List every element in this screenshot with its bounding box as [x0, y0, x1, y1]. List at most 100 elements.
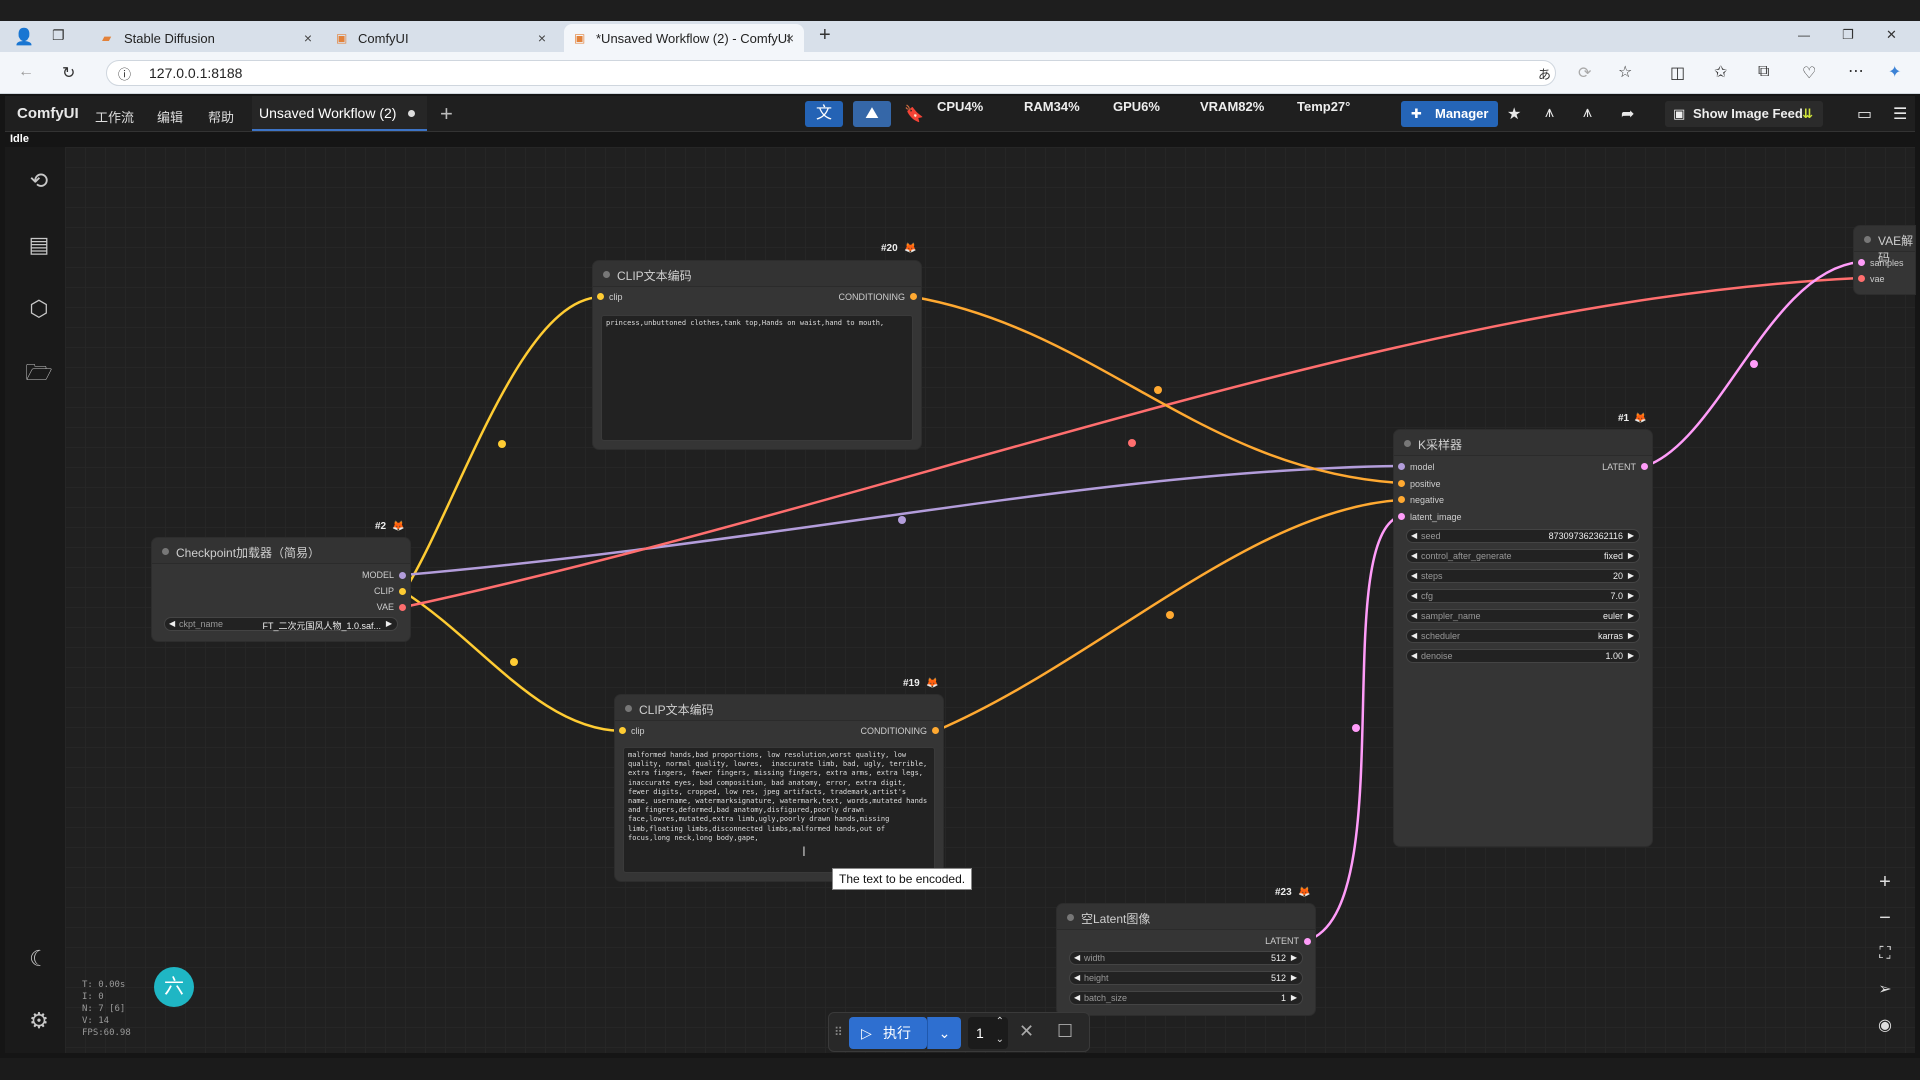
- conditioning-output-pin[interactable]: [932, 727, 939, 734]
- close-tab-icon[interactable]: ×: [304, 30, 312, 46]
- url-input[interactable]: 127.0.0.1:8188: [106, 60, 1556, 86]
- collapse-dot[interactable]: [603, 271, 610, 278]
- node-ksampler[interactable]: K采样器 model LATENT positive negative late…: [1394, 430, 1652, 846]
- run-mode-dropdown[interactable]: ⌄: [927, 1017, 961, 1049]
- increment-arrow-icon[interactable]: ▶: [386, 619, 392, 628]
- increment-arrow-icon[interactable]: ▶: [1628, 611, 1634, 620]
- menu-edit[interactable]: 编辑: [157, 107, 183, 126]
- node-title-bar[interactable]: K采样器: [1394, 430, 1652, 456]
- zoom-out-icon[interactable]: −: [1868, 901, 1902, 935]
- clear-queue-icon[interactable]: ☐: [1057, 1021, 1073, 1042]
- crystools-button[interactable]: ⛰: [853, 101, 891, 127]
- samples-input-pin[interactable]: [1858, 259, 1865, 266]
- model-share-icon[interactable]: ⩚: [1583, 104, 1592, 122]
- collapse-dot[interactable]: [1864, 236, 1871, 243]
- favorite-icon[interactable]: ☆: [1618, 62, 1632, 82]
- scheduler-widget[interactable]: ◀ scheduler karras ▶: [1406, 629, 1640, 643]
- increment-arrow-icon[interactable]: ▶: [1291, 993, 1297, 1002]
- tab-actions-icon[interactable]: ❐: [52, 27, 65, 44]
- increment-arrow-icon[interactable]: ▶: [1291, 953, 1297, 962]
- restore-button[interactable]: ❐: [1842, 27, 1854, 43]
- sampler-name-widget[interactable]: ◀ sampler_name euler ▶: [1406, 609, 1640, 623]
- manager-button[interactable]: ✚ Manager: [1401, 101, 1498, 127]
- hamburger-menu-icon[interactable]: ☰: [1893, 104, 1907, 124]
- conditioning-output-pin[interactable]: [910, 293, 917, 300]
- decrement-arrow-icon[interactable]: ◀: [1411, 571, 1417, 580]
- clip-input-pin[interactable]: [597, 293, 604, 300]
- node-clip-text-encode-negative[interactable]: CLIP文本编码 clip CONDITIONING malformed han…: [615, 695, 943, 881]
- bookmark-icon[interactable]: 🔖: [904, 104, 924, 124]
- increment-arrow-icon[interactable]: ▶: [1628, 531, 1634, 540]
- vae-input-pin[interactable]: [1858, 275, 1865, 282]
- steps-widget[interactable]: ◀ steps 20 ▶: [1406, 569, 1640, 583]
- translate-toggle-button[interactable]: 文: [805, 101, 843, 127]
- increment-arrow-icon[interactable]: ▶: [1628, 551, 1634, 560]
- ckpt-name-widget[interactable]: ◀ ckpt_name FT_二次元国风人物_1.0.saf... ▶: [164, 617, 398, 631]
- decrement-arrow-icon[interactable]: ◀: [1411, 591, 1417, 600]
- more-menu-icon[interactable]: ⋯: [1848, 61, 1864, 81]
- queue-icon[interactable]: ▤: [25, 231, 53, 259]
- node-vae-decode[interactable]: VAE解码 samples vae: [1854, 226, 1915, 294]
- increment-arrow-icon[interactable]: ▶: [1291, 973, 1297, 982]
- copilot-icon[interactable]: ✦: [1888, 62, 1901, 82]
- browser-tab-stable-diffusion[interactable]: ▰ Stable Diffusion ×: [92, 24, 322, 52]
- cfg-widget[interactable]: ◀ cfg 7.0 ▶: [1406, 589, 1640, 603]
- stepper-down-icon[interactable]: ⌄: [996, 1033, 1004, 1047]
- show-image-feed-button[interactable]: ▣ Show Image Feed ⇊: [1665, 101, 1823, 127]
- increment-arrow-icon[interactable]: ▶: [1628, 571, 1634, 580]
- node-title-bar[interactable]: CLIP文本编码: [615, 695, 943, 721]
- add-workflow-tab-button[interactable]: +: [440, 101, 453, 127]
- profile-icon[interactable]: 👤: [14, 27, 34, 47]
- denoise-widget[interactable]: ◀ denoise 1.00 ▶: [1406, 649, 1640, 663]
- width-widget[interactable]: ◀ width 512 ▶: [1069, 951, 1303, 965]
- prompt-textarea[interactable]: princess,unbuttoned clothes,tank top,Han…: [601, 315, 913, 441]
- positive-input-pin[interactable]: [1398, 480, 1405, 487]
- workflow-tab[interactable]: Unsaved Workflow (2): [252, 96, 427, 131]
- decrement-arrow-icon[interactable]: ◀: [1411, 531, 1417, 540]
- site-info-icon[interactable]: ⓘ: [118, 64, 131, 83]
- settings-gear-icon[interactable]: ⚙: [25, 1007, 53, 1035]
- menu-workflow[interactable]: 工作流: [95, 107, 134, 126]
- refresh-ext-icon[interactable]: ⟳: [1578, 63, 1591, 83]
- bottom-panel-icon[interactable]: ▭: [1857, 104, 1872, 124]
- decrement-arrow-icon[interactable]: ◀: [1411, 611, 1417, 620]
- stepper-up-icon[interactable]: ⌃: [996, 1015, 1004, 1029]
- prompt-textarea[interactable]: malformed hands,bad proportions, low res…: [623, 747, 935, 873]
- clip-input-pin[interactable]: [619, 727, 626, 734]
- star-icon[interactable]: ★: [1507, 104, 1521, 124]
- node-library-icon[interactable]: ⬡: [25, 295, 53, 323]
- theme-moon-icon[interactable]: ☾: [25, 945, 53, 973]
- history-icon[interactable]: ⟲: [25, 167, 53, 195]
- decrement-arrow-icon[interactable]: ◀: [1411, 551, 1417, 560]
- translate-icon[interactable]: あ: [1538, 64, 1551, 83]
- share-icon[interactable]: ➦: [1621, 104, 1634, 124]
- queue-prompt-button[interactable]: ▷ 执行: [849, 1017, 927, 1049]
- decrement-arrow-icon[interactable]: ◀: [1074, 993, 1080, 1002]
- increment-arrow-icon[interactable]: ▶: [1628, 591, 1634, 600]
- browser-tab-comfyui[interactable]: ▣ ComfyUI ×: [326, 24, 556, 52]
- decrement-arrow-icon[interactable]: ◀: [1074, 953, 1080, 962]
- workflow-share-icon[interactable]: ⩚: [1545, 104, 1554, 122]
- reload-icon[interactable]: ↻: [62, 63, 75, 83]
- drag-handle-icon[interactable]: ⠿: [834, 1025, 843, 1039]
- decrement-arrow-icon[interactable]: ◀: [1074, 973, 1080, 982]
- seed-widget[interactable]: ◀ seed 873097362362116 ▶: [1406, 529, 1640, 543]
- control-after-generate-widget[interactable]: ◀ control_after_generate fixed ▶: [1406, 549, 1640, 563]
- split-screen-icon[interactable]: ◫: [1670, 63, 1685, 83]
- vae-output-pin[interactable]: [399, 604, 406, 611]
- minimize-button[interactable]: —: [1798, 28, 1810, 42]
- close-tab-icon[interactable]: ×: [538, 30, 546, 46]
- latent-image-input-pin[interactable]: [1398, 513, 1405, 520]
- clip-output-pin[interactable]: [399, 588, 406, 595]
- cancel-icon[interactable]: ✕: [1019, 1021, 1034, 1042]
- latent-output-pin[interactable]: [1641, 463, 1648, 470]
- negative-input-pin[interactable]: [1398, 496, 1405, 503]
- browser-essentials-icon[interactable]: ♡: [1802, 63, 1816, 83]
- user-avatar[interactable]: 六: [154, 967, 194, 1007]
- height-widget[interactable]: ◀ height 512 ▶: [1069, 971, 1303, 985]
- workflows-folder-icon[interactable]: 🗁: [25, 359, 53, 387]
- increment-arrow-icon[interactable]: ▶: [1628, 651, 1634, 660]
- fit-view-icon[interactable]: ⛶: [1868, 937, 1902, 971]
- menu-help[interactable]: 帮助: [208, 107, 234, 126]
- model-output-pin[interactable]: [399, 572, 406, 579]
